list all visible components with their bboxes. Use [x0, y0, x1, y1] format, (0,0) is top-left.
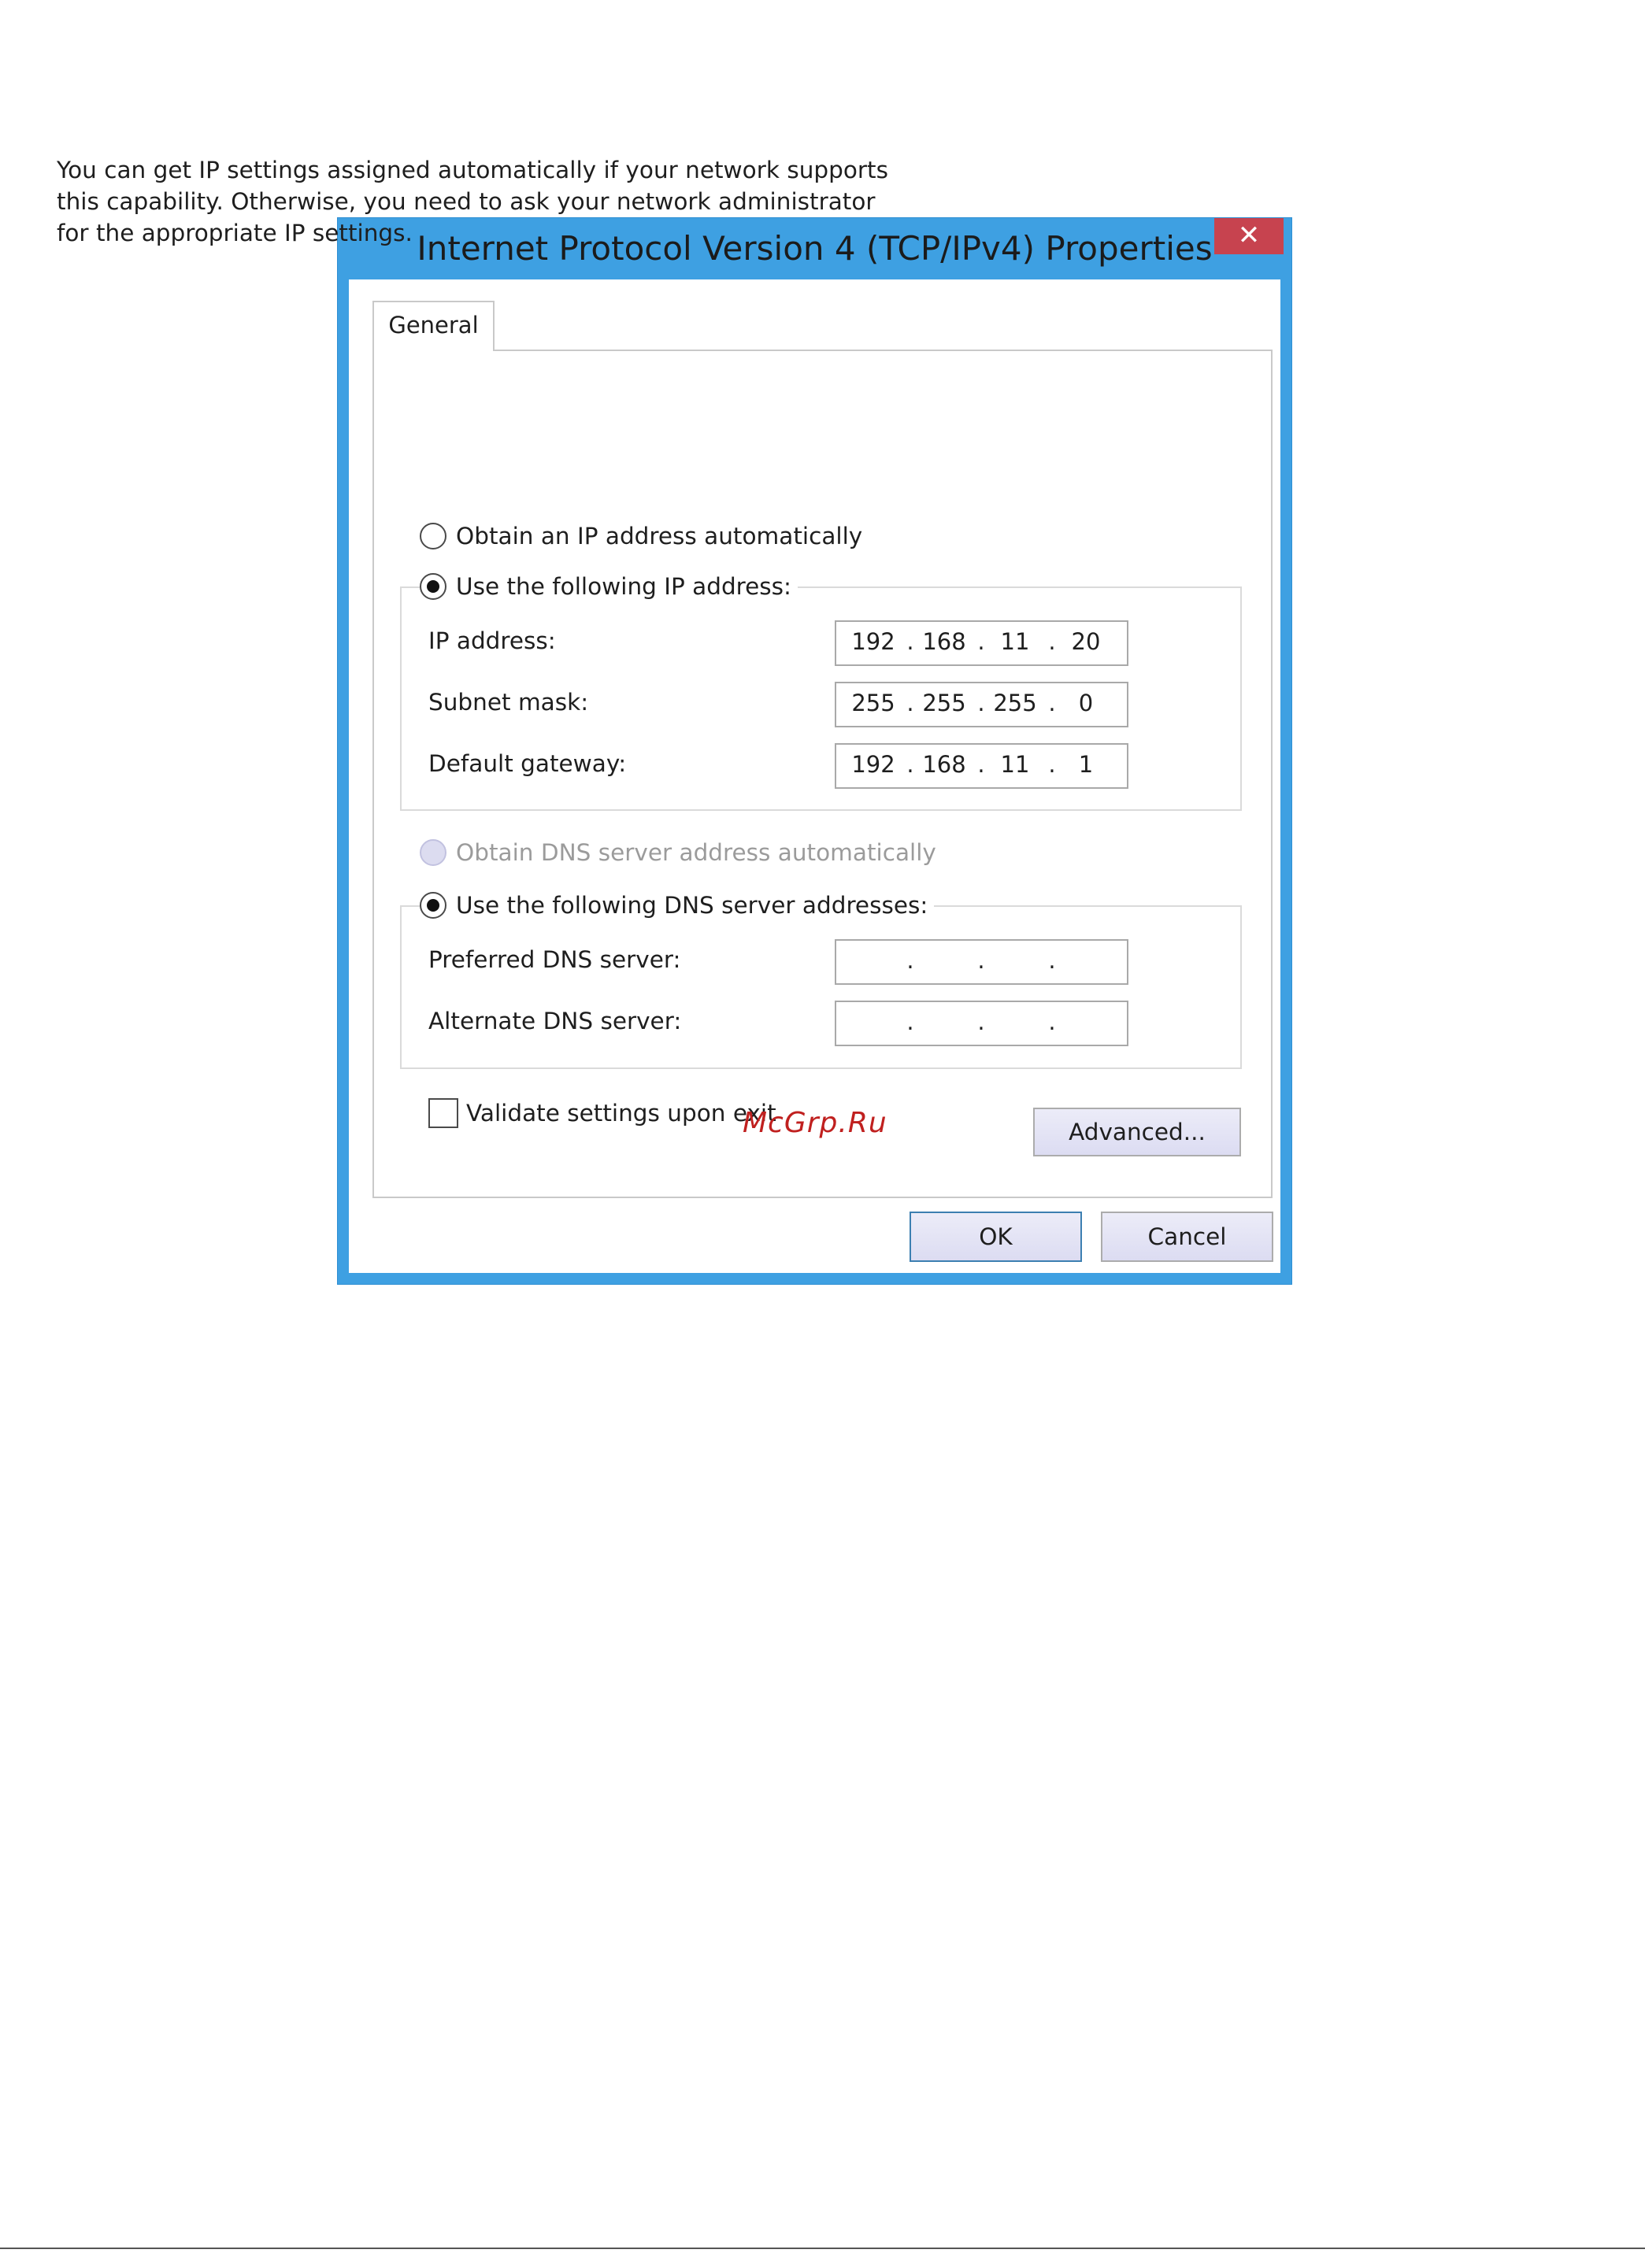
subnet-mask-label: Subnet mask: — [428, 689, 589, 716]
octet-4: 0 — [1078, 690, 1094, 716]
radio-obtain-dns-auto-label: Obtain DNS server address automatically — [456, 839, 936, 866]
radio-button-selected[interactable] — [420, 573, 446, 600]
preferred-dns-input[interactable]: . . . — [835, 939, 1128, 985]
checkbox[interactable] — [428, 1098, 458, 1128]
octet-1: 192 — [851, 751, 895, 778]
tab-general[interactable]: General — [372, 301, 495, 351]
radio-button[interactable] — [420, 523, 446, 549]
alternate-dns-input[interactable]: . . . — [835, 1001, 1128, 1046]
close-icon: ✕ — [1237, 220, 1261, 251]
octet-3: 11 — [1000, 751, 1030, 778]
octet-3: 11 — [1000, 628, 1030, 655]
radio-use-following-ip-label: Use the following IP address: — [456, 573, 791, 600]
octet-4: 1 — [1078, 751, 1094, 778]
octet-2: 168 — [922, 628, 966, 655]
octet-4: 20 — [1071, 628, 1101, 655]
octet-2: 168 — [922, 751, 966, 778]
preferred-dns-label: Preferred DNS server: — [428, 946, 681, 973]
subnet-mask-input[interactable]: 255 . 255 . 255 . 0 — [835, 682, 1128, 727]
radio-obtain-ip-auto[interactable]: Obtain an IP address automatically — [420, 519, 869, 553]
cancel-button[interactable]: Cancel — [1101, 1212, 1273, 1262]
ip-address-input[interactable]: 192 . 168 . 11 . 20 — [835, 620, 1128, 666]
radio-button-disabled[interactable] — [420, 839, 446, 866]
radio-button-selected[interactable] — [420, 892, 446, 919]
default-gateway-input[interactable]: 192 . 168 . 11 . 1 — [835, 743, 1128, 789]
close-button[interactable]: ✕ — [1214, 218, 1284, 254]
default-gateway-label: Default gateway: — [428, 750, 627, 777]
advanced-button[interactable]: Advanced... — [1033, 1108, 1241, 1156]
tab-general-label: General — [388, 312, 479, 339]
ok-button[interactable]: OK — [910, 1212, 1082, 1262]
radio-use-following-dns-label: Use the following DNS server addresses: — [456, 892, 928, 919]
octet-2: 255 — [922, 690, 966, 716]
page-bottom-rule — [0, 2248, 1645, 2249]
radio-obtain-ip-auto-label: Obtain an IP address automatically — [456, 523, 863, 549]
alternate-dns-label: Alternate DNS server: — [428, 1008, 682, 1034]
validate-settings-checkbox[interactable]: Validate settings upon exit — [428, 1098, 776, 1128]
validate-settings-label: Validate settings upon exit — [466, 1100, 776, 1127]
octet-1: 255 — [851, 690, 895, 716]
watermark: McGrp.Ru — [743, 1107, 887, 1139]
radio-use-following-ip[interactable]: Use the following IP address: — [420, 569, 798, 604]
radio-use-following-dns[interactable]: Use the following DNS server addresses: — [420, 888, 935, 923]
octet-3: 255 — [993, 690, 1037, 716]
radio-obtain-dns-auto[interactable]: Obtain DNS server address automatically — [420, 835, 943, 870]
ip-address-label: IP address: — [428, 627, 556, 654]
octet-1: 192 — [851, 628, 895, 655]
description-text: You can get IP settings assigned automat… — [57, 157, 888, 246]
